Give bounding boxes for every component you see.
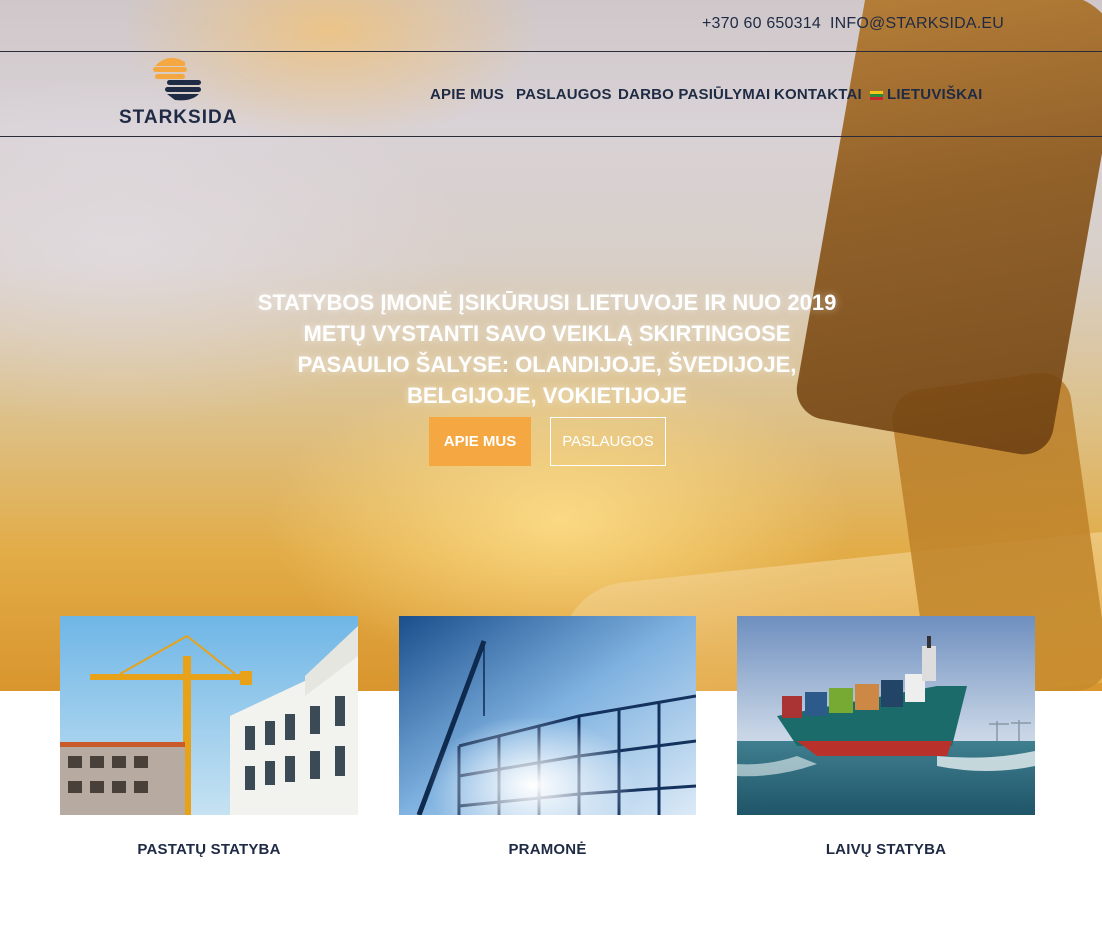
language-switcher[interactable]: LIETUVIŠKAI — [870, 86, 983, 103]
nav-item-about[interactable]: APIE MUS — [430, 86, 504, 103]
hero-heading: STATYBOS ĮMONĖ ĮSIKŪRUSI LIETUVOJE IR NU… — [257, 290, 837, 408]
service-card-buildings[interactable]: PASTATŲ STATYBA — [60, 616, 358, 858]
top-contact-bar: +370 60 650314 INFO@STARKSIDA.EU — [0, 0, 1102, 52]
logo[interactable]: STARKSIDA — [119, 56, 239, 131]
services-button[interactable]: PASLAUGOS — [550, 417, 666, 466]
logo-wordmark: STARKSIDA — [119, 107, 238, 128]
nav-item-contacts[interactable]: KONTAKTAI — [774, 86, 862, 103]
industrial-steel-frame-image — [399, 616, 696, 815]
phone-link[interactable]: +370 60 650314 — [702, 15, 821, 33]
nav-item-services[interactable]: PASLAUGOS — [516, 86, 612, 103]
about-button[interactable]: APIE MUS — [429, 417, 531, 466]
service-title: PASTATŲ STATYBA — [137, 841, 281, 858]
nav-item-jobs[interactable]: DARBO PASIŪLYMAI — [618, 86, 770, 103]
email-link[interactable]: INFO@STARKSIDA.EU — [830, 15, 1004, 33]
lithuania-flag-icon — [870, 90, 883, 100]
service-card-industry[interactable]: PRAMONĖ — [399, 616, 696, 858]
service-card-shipbuilding[interactable]: LAIVŲ STATYBA — [737, 616, 1035, 858]
cargo-ship-image — [737, 616, 1035, 815]
service-title: PRAMONĖ — [508, 841, 587, 858]
main-navbar: STARKSIDA APIE MUS PASLAUGOS DARBO PASIŪ… — [0, 52, 1102, 137]
building-construction-cranes-image — [60, 616, 358, 815]
language-label: LIETUVIŠKAI — [887, 86, 983, 103]
stacked-sun-logo-icon — [153, 57, 201, 101]
service-title: LAIVŲ STATYBA — [825, 841, 947, 858]
